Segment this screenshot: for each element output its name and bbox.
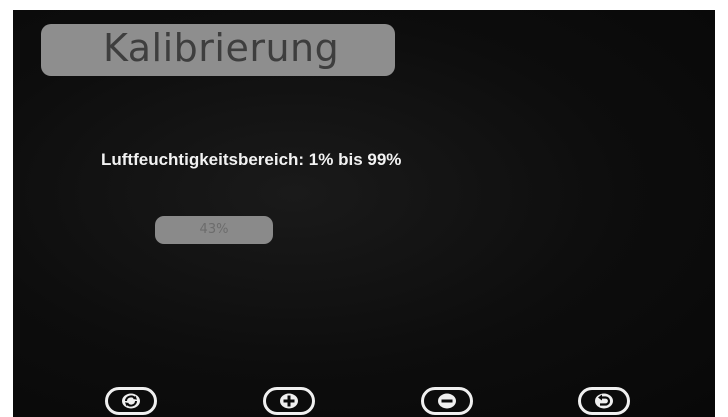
reset-button[interactable] bbox=[105, 387, 157, 415]
back-button[interactable] bbox=[578, 387, 630, 415]
minus-icon bbox=[438, 393, 456, 409]
title-banner: Kalibrierung bbox=[41, 24, 395, 76]
refresh-icon bbox=[122, 393, 140, 409]
decrease-button[interactable] bbox=[421, 387, 473, 415]
display-screen: Kalibrierung Luftfeuchtigkeitsbereich: 1… bbox=[13, 10, 715, 417]
increase-button[interactable] bbox=[263, 387, 315, 415]
plus-icon bbox=[280, 393, 298, 409]
calibration-value: 43% bbox=[199, 222, 229, 237]
page-title: Kalibrierung bbox=[103, 26, 340, 70]
calibration-value-field[interactable]: 43% bbox=[155, 216, 273, 244]
device-frame: Kalibrierung Luftfeuchtigkeitsbereich: 1… bbox=[0, 0, 728, 417]
back-icon bbox=[595, 393, 613, 409]
humidity-range-label: Luftfeuchtigkeitsbereich: 1% bis 99% bbox=[101, 150, 402, 169]
